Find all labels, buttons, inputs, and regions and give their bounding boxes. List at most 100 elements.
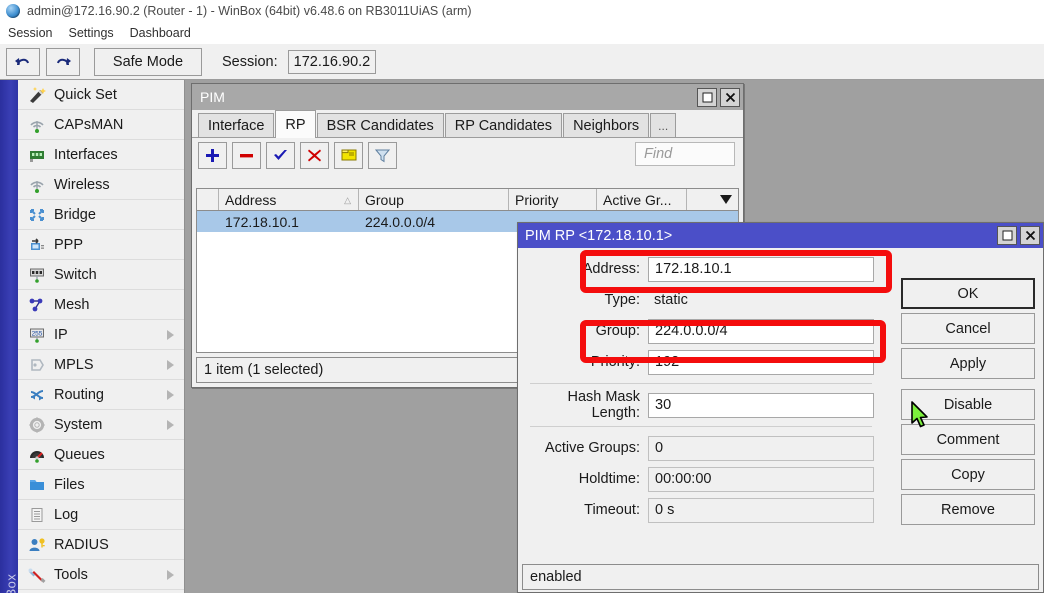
tab-bsr-candidates[interactable]: BSR Candidates — [317, 113, 444, 137]
redo-arrow-icon[interactable] — [46, 48, 80, 76]
sidebar-item-ppp[interactable]: PPP — [18, 230, 184, 260]
sidebar-label: Log — [54, 507, 78, 523]
sidebar-item-log[interactable]: Log — [18, 500, 184, 530]
tools-wrench-icon — [24, 564, 50, 586]
close-icon[interactable] — [1020, 226, 1040, 245]
filter-funnel-icon[interactable] — [368, 142, 397, 169]
remove-minus-icon[interactable] — [232, 142, 261, 169]
field-row-group: Group: 224.0.0.0/4 — [518, 316, 880, 346]
tab-interface[interactable]: Interface — [198, 113, 274, 137]
sidebar-label: Queues — [54, 447, 105, 463]
apply-button[interactable]: Apply — [901, 348, 1035, 379]
session-value[interactable]: 172.16.90.2 — [288, 50, 377, 74]
find-input[interactable]: Find — [635, 142, 735, 166]
pim-rp-dialog: PIM RP <172.18.10.1> Address: 172.18.10.… — [517, 222, 1044, 593]
sidebar-label: Files — [54, 477, 85, 493]
group-input[interactable]: 224.0.0.0/4 — [648, 319, 874, 344]
header-label: Group — [365, 192, 404, 208]
form-divider — [530, 383, 872, 384]
sidebar-label: Bridge — [54, 207, 96, 223]
sidebar-item-mesh[interactable]: Mesh — [18, 290, 184, 320]
sidebar-label: Routing — [54, 387, 104, 403]
radius-user-key-icon — [24, 534, 50, 556]
sidebar-item-ip[interactable]: 255 IP — [18, 320, 184, 350]
enable-check-icon[interactable] — [266, 142, 295, 169]
sidebar-item-capsman[interactable]: CAPsMAN — [18, 110, 184, 140]
sidebar-item-radius[interactable]: RADIUS — [18, 530, 184, 560]
tab-neighbors[interactable]: Neighbors — [563, 113, 649, 137]
safe-mode-button[interactable]: Safe Mode — [94, 48, 202, 76]
remove-button[interactable]: Remove — [901, 494, 1035, 525]
session-label: Session: — [222, 54, 278, 70]
dialog-button-column: OK Cancel Apply Disable Comment Copy Rem… — [901, 278, 1035, 529]
address-input[interactable]: 172.18.10.1 — [648, 257, 874, 282]
chevron-right-icon — [167, 420, 174, 430]
header-label: Active Gr... — [603, 192, 671, 208]
comment-button[interactable]: Comment — [901, 424, 1035, 455]
sidebar-item-wireless[interactable]: Wireless — [18, 170, 184, 200]
tab-more[interactable]: ... — [650, 113, 676, 137]
table-header-active-groups[interactable]: Active Gr... — [597, 189, 687, 210]
sidebar-item-system[interactable]: System — [18, 410, 184, 440]
table-header-address[interactable]: Address △ — [219, 189, 359, 210]
sidebar-item-tools[interactable]: Tools — [18, 560, 184, 590]
maximize-icon[interactable] — [697, 88, 717, 107]
type-value: static — [648, 288, 874, 313]
table-header-select — [197, 189, 219, 210]
bridge-arrows-icon — [24, 204, 50, 226]
dialog-form: Address: 172.18.10.1 Type: static Group:… — [518, 254, 880, 526]
dialog-titlebar: PIM RP <172.18.10.1> — [518, 223, 1043, 248]
dialog-status-bar: enabled — [522, 564, 1039, 590]
disable-button[interactable]: Disable — [901, 389, 1035, 420]
sort-ascending-icon: △ — [344, 195, 351, 206]
winbox-globe-icon — [6, 4, 20, 18]
sidebar-label: Quick Set — [54, 87, 117, 103]
routing-arrows-icon — [24, 384, 50, 406]
sidebar-label: Interfaces — [54, 147, 118, 163]
cancel-button[interactable]: Cancel — [901, 313, 1035, 344]
sidebar-menu: Quick Set CAPsMAN — [18, 80, 185, 593]
table-header-group[interactable]: Group — [359, 189, 509, 210]
log-list-icon — [24, 504, 50, 526]
undo-arrow-icon[interactable] — [6, 48, 40, 76]
ok-button[interactable]: OK — [901, 278, 1035, 309]
hash-mask-length-input[interactable]: 30 — [648, 393, 874, 418]
cell-address: 172.18.10.1 — [219, 211, 359, 232]
menu-dashboard[interactable]: Dashboard — [130, 26, 191, 40]
sidebar-item-quick-set[interactable]: Quick Set — [18, 80, 184, 110]
disable-cross-icon[interactable] — [300, 142, 329, 169]
dialog-title: PIM RP <172.18.10.1> — [525, 228, 672, 244]
close-icon[interactable] — [720, 88, 740, 107]
priority-input[interactable]: 192 — [648, 350, 874, 375]
comment-note-icon[interactable] — [334, 142, 363, 169]
menu-settings[interactable]: Settings — [68, 26, 113, 40]
table-header-row: Address △ Group Priority Active Gr... — [197, 189, 738, 211]
antenna-icon — [24, 114, 50, 136]
table-header-priority[interactable]: Priority — [509, 189, 597, 210]
magic-wand-icon — [24, 84, 50, 106]
chevron-right-icon — [167, 570, 174, 580]
copy-button[interactable]: Copy — [901, 459, 1035, 490]
table-column-chooser[interactable] — [687, 189, 738, 210]
gear-icon — [24, 414, 50, 436]
maximize-icon[interactable] — [997, 226, 1017, 245]
sidebar-item-queues[interactable]: Queues — [18, 440, 184, 470]
svg-text:255: 255 — [32, 330, 43, 337]
tab-rp-candidates[interactable]: RP Candidates — [445, 113, 562, 137]
sidebar-item-interfaces[interactable]: Interfaces — [18, 140, 184, 170]
add-plus-icon[interactable] — [198, 142, 227, 169]
sidebar-item-mpls[interactable]: MPLS — [18, 350, 184, 380]
field-row-timeout: Timeout: 0 s — [518, 495, 880, 525]
main-toolbar: Safe Mode Session: 172.16.90.2 — [0, 44, 1044, 80]
switch-icon — [24, 264, 50, 286]
sidebar-item-routing[interactable]: Routing — [18, 380, 184, 410]
label-hash-mask-length: Hash Mask Length: — [518, 389, 648, 421]
sidebar-label: CAPsMAN — [54, 117, 123, 133]
sidebar-item-files[interactable]: Files — [18, 470, 184, 500]
form-divider — [530, 426, 872, 427]
sidebar-item-bridge[interactable]: Bridge — [18, 200, 184, 230]
menu-session[interactable]: Session — [8, 26, 52, 40]
sidebar-item-switch[interactable]: Switch — [18, 260, 184, 290]
tab-rp[interactable]: RP — [275, 110, 315, 138]
folder-icon — [24, 474, 50, 496]
